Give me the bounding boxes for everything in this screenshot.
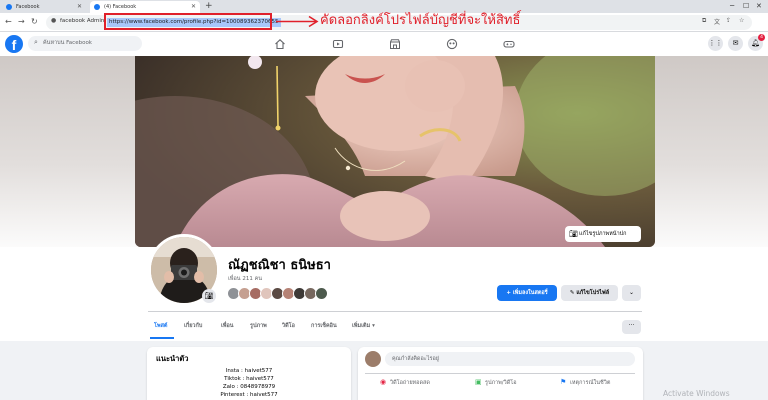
search-placeholder: ค้นหาบน Facebook xyxy=(43,40,92,46)
profile-panel xyxy=(0,247,768,341)
intro-title: แนะนำตัว xyxy=(156,354,189,363)
active-tab-indicator xyxy=(150,337,174,339)
home-icon[interactable] xyxy=(274,38,286,50)
profile-divider xyxy=(148,311,642,312)
install-icon[interactable]: ⧉ xyxy=(702,17,706,25)
photo-video-button[interactable]: ▣ รูปภาพ/วิดีโอ xyxy=(475,378,517,387)
facebook-search[interactable]: ⌕ ค้นหาบน Facebook xyxy=(28,36,142,51)
groups-icon[interactable] xyxy=(446,38,458,50)
edit-profile-button[interactable]: ✎ แก้ไขโปรไฟล์ xyxy=(561,285,618,301)
reload-icon[interactable]: ↻ xyxy=(31,16,38,28)
translate-icon[interactable]: 文 xyxy=(714,17,720,26)
tabs-more-button[interactable]: ··· xyxy=(622,320,641,334)
screen: Facebook ✕ (4) Facebook ✕ + ─ ☐ ✕ ← → ↻ … xyxy=(0,0,768,400)
lock-icon[interactable]: ● xyxy=(51,17,56,24)
annotation-text: คัดลอกลิงค์โปรไฟล์บัญชีที่จะให้สิทธิ์ xyxy=(320,13,521,28)
intro-card: แนะนำตัว Insta : haivet577 Tiktok : haiv… xyxy=(147,347,351,400)
site-chip: facebook Admin xyxy=(60,18,105,24)
add-story-button[interactable]: + เพิ่มลงในสตอรี่ xyxy=(497,285,557,301)
share-icon[interactable]: ⇪ xyxy=(726,17,731,24)
intro-line: Tiktok : haivet577 xyxy=(224,376,274,382)
browser-tab-profile[interactable]: (4) Facebook ✕ xyxy=(90,1,200,13)
messenger-icon[interactable]: ✉ xyxy=(728,36,743,51)
new-tab-button[interactable]: + xyxy=(205,0,213,13)
composer-input[interactable]: คุณกำลังคิดอะไรอยู่ xyxy=(385,352,635,366)
live-video-label: วิดีโอถ่ายทอดสด xyxy=(390,380,430,386)
tab-more[interactable]: เพิ่มเติม ▾ xyxy=(352,322,375,330)
avatar-camera-icon[interactable]: 📷︎ xyxy=(202,289,216,303)
live-video-icon: ◉ xyxy=(380,378,387,386)
watch-icon[interactable] xyxy=(332,38,344,50)
edit-cover-label: แก้ไขรูปภาพหน้าปก xyxy=(579,231,627,237)
tab-videos[interactable]: วิดีโอ xyxy=(282,322,295,330)
tab-label: Facebook xyxy=(16,4,40,10)
intro-line: Pinterest : haivet577 xyxy=(220,392,278,398)
profile-name: ณัฏชณิชา ธนิษธา xyxy=(228,258,331,273)
intro-line: Insta : haivet577 xyxy=(225,368,273,374)
cover-image xyxy=(135,56,655,247)
life-event-label: เหตุการณ์ในชีวิต xyxy=(570,380,611,386)
cover-photo[interactable] xyxy=(135,56,655,247)
facebook-favicon-icon xyxy=(6,4,12,10)
notifications-icon[interactable]: 🔔︎ 4 xyxy=(748,34,765,51)
marketplace-icon[interactable] xyxy=(389,38,401,50)
edit-profile-label: แก้ไขโปรไฟล์ xyxy=(576,290,610,296)
post-composer: คุณกำลังคิดอะไรอยู่ ◉ วิดีโอถ่ายทอดสด ▣ … xyxy=(358,347,643,400)
friends-count[interactable]: เพื่อน 211 คน xyxy=(228,275,262,283)
facebook-favicon-icon xyxy=(94,4,100,10)
live-video-button[interactable]: ◉ วิดีโอถ่ายทอดสด xyxy=(380,378,430,387)
tab-posts[interactable]: โพสต์ xyxy=(154,322,168,330)
composer-avatar[interactable] xyxy=(365,351,381,367)
intro-line: Zalo : 0848978979 xyxy=(222,384,276,390)
camera-icon: 📷︎ xyxy=(569,230,578,238)
photo-video-label: รูปภาพ/วิดีโอ xyxy=(485,380,517,386)
window-close-icon[interactable]: ✕ xyxy=(756,0,762,13)
windows-watermark: Activate Windows xyxy=(663,389,730,398)
life-event-button[interactable]: ⚑ เหตุการณ์ในชีวิต xyxy=(560,378,611,387)
friend-avatar[interactable] xyxy=(315,287,328,300)
close-tab-icon[interactable]: ✕ xyxy=(77,1,82,13)
forward-icon[interactable]: → xyxy=(18,16,25,28)
bookmark-star-icon[interactable]: ☆ xyxy=(739,17,744,24)
maximize-icon[interactable]: ☐ xyxy=(743,0,749,13)
notification-badge: 4 xyxy=(758,34,765,41)
back-icon[interactable]: ← xyxy=(5,16,12,28)
tab-friends[interactable]: เพื่อน xyxy=(221,322,234,330)
search-icon: ⌕ xyxy=(34,38,38,46)
menu-grid-icon[interactable]: ⋮⋮ xyxy=(708,36,723,51)
tab-about[interactable]: เกี่ยวกับ xyxy=(184,322,202,330)
edit-cover-button[interactable]: 📷︎ แก้ไขรูปภาพหน้าปก xyxy=(565,226,641,242)
tab-checkins[interactable]: การเช็คอิน xyxy=(311,322,337,330)
facebook-logo[interactable]: f xyxy=(5,35,23,53)
browser-tab-facebook[interactable]: Facebook ✕ xyxy=(2,1,86,13)
close-tab-icon[interactable]: ✕ xyxy=(191,1,196,13)
url-highlight-box xyxy=(104,13,272,30)
arrow-icon xyxy=(276,15,319,28)
minimize-icon[interactable]: ─ xyxy=(730,0,734,13)
facebook-header: f ⌕ ค้นหาบน Facebook ⋮⋮ ✉ 🔔︎ 4 xyxy=(0,32,768,56)
profile-more-button[interactable]: ⌄ xyxy=(622,285,641,301)
composer-divider xyxy=(365,373,635,374)
tab-photos[interactable]: รูปภาพ xyxy=(250,322,267,330)
photo-video-icon: ▣ xyxy=(475,378,482,386)
flag-icon: ⚑ xyxy=(560,378,567,386)
tab-label: (4) Facebook xyxy=(104,4,137,10)
gaming-icon[interactable] xyxy=(503,38,515,50)
